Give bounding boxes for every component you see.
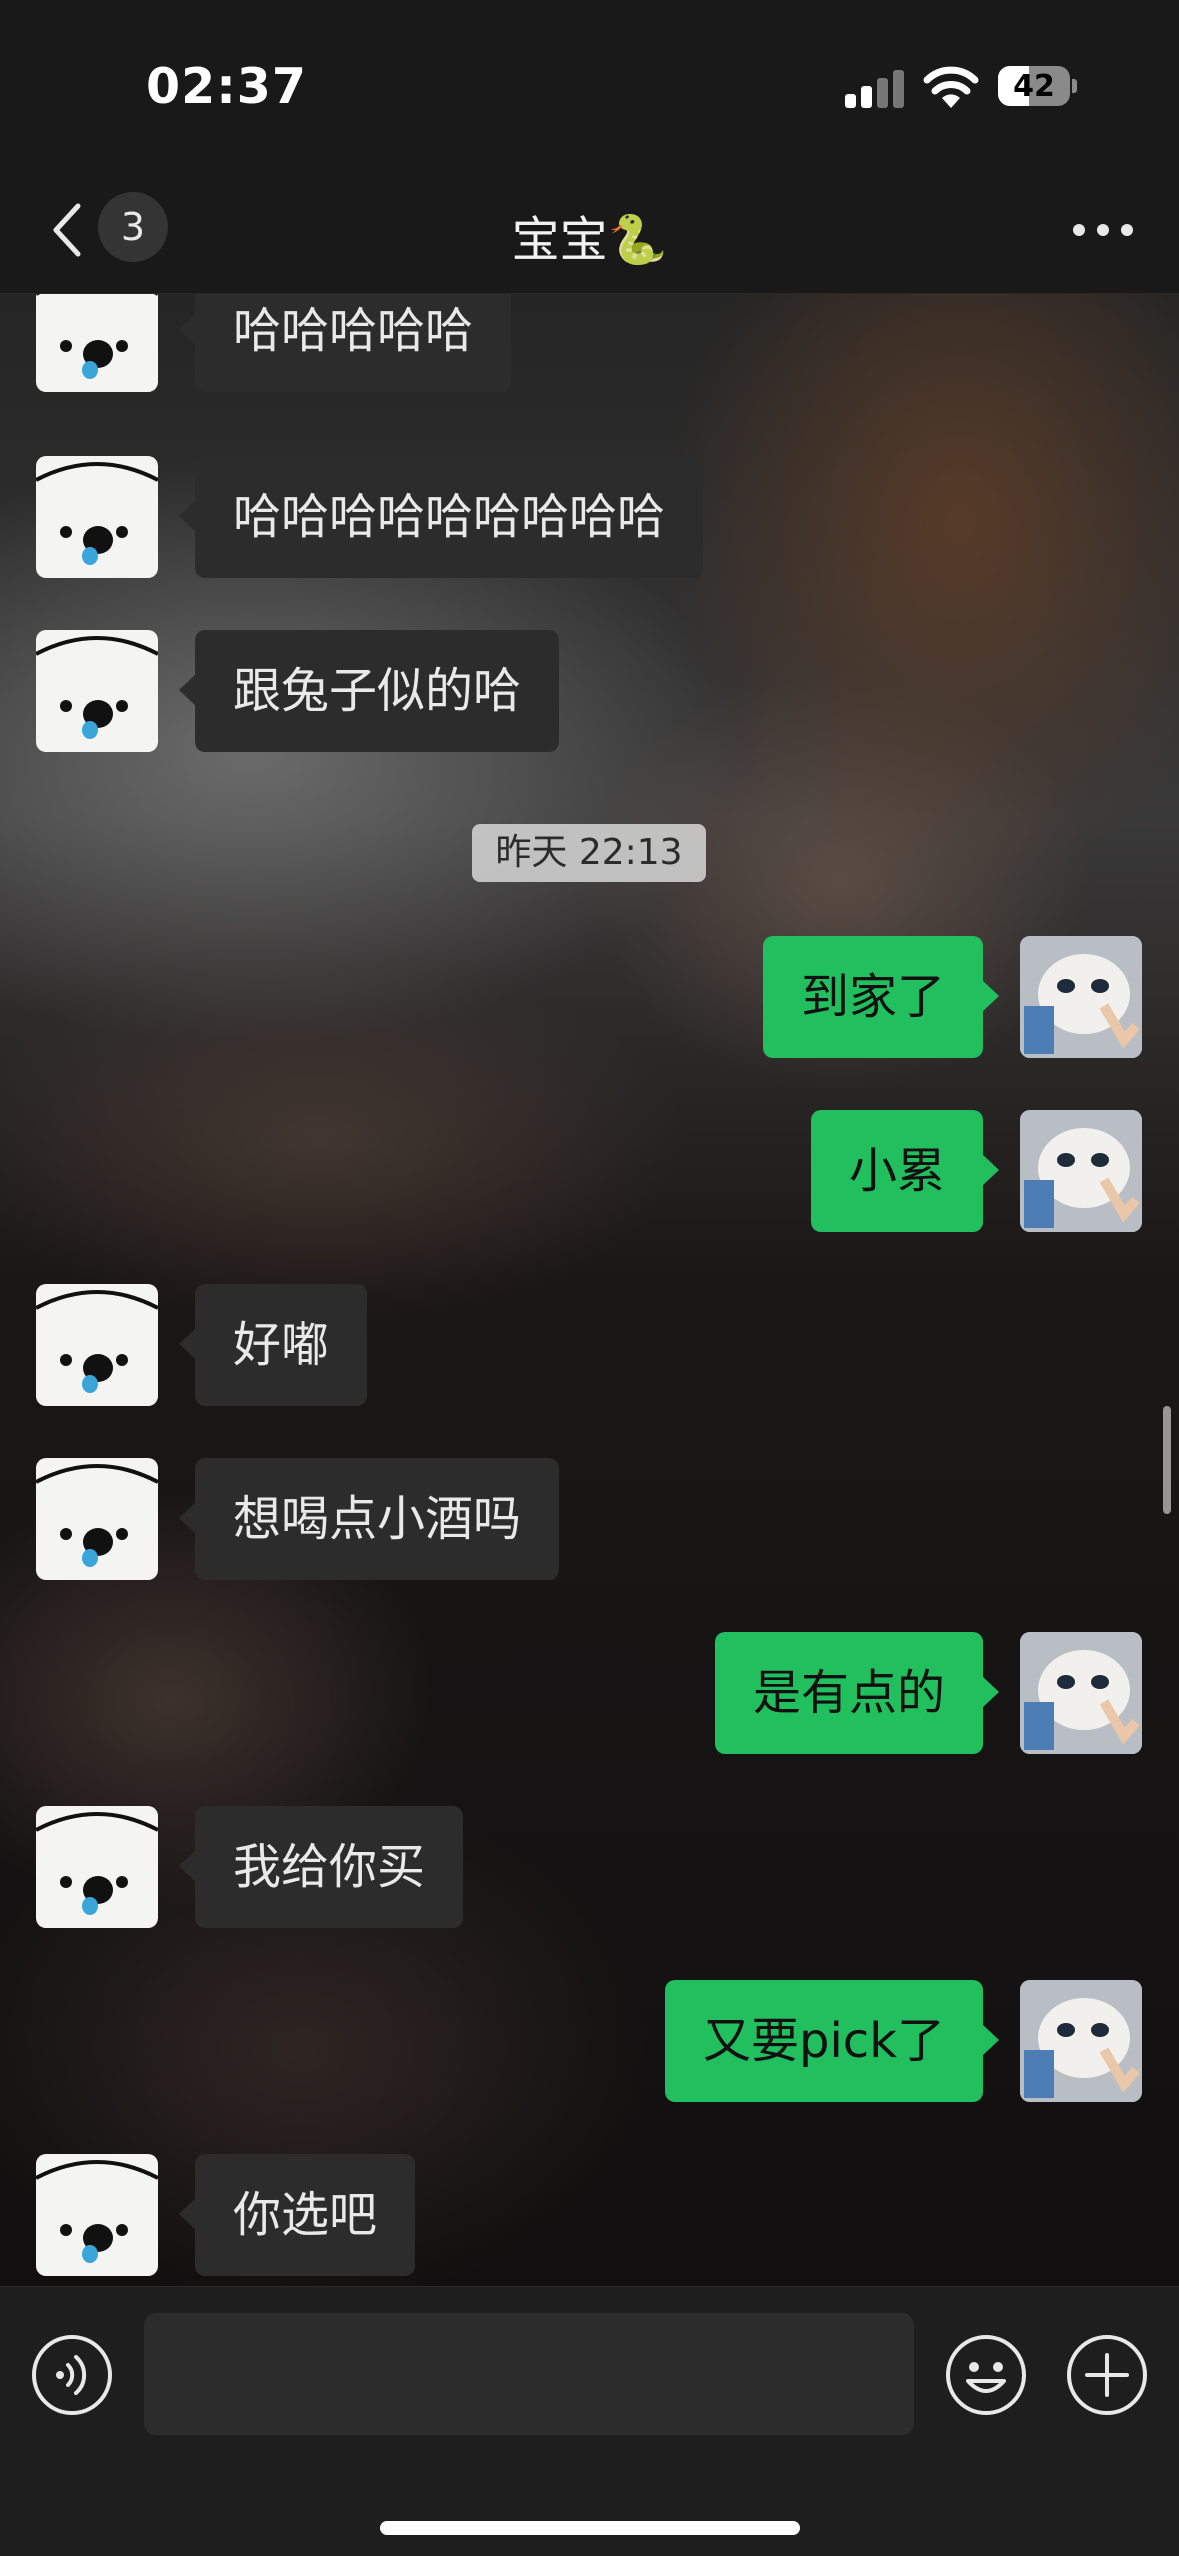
status-bar: 02:37 42 [0, 0, 1179, 170]
message-row: 又要pick了 [0, 1980, 1179, 2102]
contact-avatar[interactable] [36, 2154, 158, 2276]
chat-title: 宝宝🐍 [511, 212, 668, 268]
wifi-icon [922, 64, 980, 110]
contact-avatar[interactable] [36, 1284, 158, 1406]
status-time: 02:37 [146, 58, 307, 115]
cellular-signal-icon [845, 68, 905, 108]
message-bubble-received[interactable]: 跟兔子似的哈 [178, 630, 560, 752]
message-row: 到家了 [0, 936, 1179, 1058]
my-avatar[interactable] [1020, 1980, 1142, 2102]
message-bubble-sent[interactable]: 到家了 [762, 936, 1000, 1058]
message-row: 好嘟 [0, 1284, 1179, 1406]
message-bubble-sent[interactable]: 是有点的 [714, 1632, 1000, 1754]
message-row: 小累 [0, 1110, 1179, 1232]
my-avatar[interactable] [1020, 936, 1142, 1058]
message-row: 哈哈哈哈哈哈哈哈哈 [0, 456, 1179, 578]
message-bubble-received[interactable]: 好嘟 [178, 1284, 368, 1406]
contact-avatar[interactable] [36, 294, 158, 392]
contact-avatar[interactable] [36, 1458, 158, 1580]
my-avatar[interactable] [1020, 1110, 1142, 1232]
message-bubble-received[interactable]: 你选吧 [178, 2154, 416, 2276]
message-bubble-received[interactable]: 我给你买 [178, 1806, 464, 1928]
battery-icon: 42 [998, 66, 1077, 106]
voice-input-icon[interactable] [30, 2333, 114, 2417]
more-dots-icon[interactable] [1073, 222, 1133, 238]
message-bubble-received[interactable]: 想喝点小酒吗 [178, 1458, 560, 1580]
message-row: 你选吧 [0, 2154, 1179, 2276]
message-bubble-sent[interactable]: 小累 [810, 1110, 1000, 1232]
message-bubble-received[interactable]: 哈哈哈哈哈 [178, 294, 512, 392]
contact-avatar[interactable] [36, 1806, 158, 1928]
contact-avatar[interactable] [36, 456, 158, 578]
home-indicator[interactable] [380, 2521, 800, 2535]
message-input[interactable] [144, 2313, 914, 2435]
message-bubble-received[interactable]: 哈哈哈哈哈哈哈哈哈 [178, 456, 704, 578]
message-list[interactable]: 哈哈哈哈哈 哈哈哈哈哈哈哈哈哈 跟兔子似的哈 昨天 22:13 到家了 小累 好… [0, 294, 1179, 2286]
my-avatar[interactable] [1020, 1632, 1142, 1754]
add-icon[interactable] [1065, 2333, 1149, 2417]
emoji-icon[interactable] [944, 2333, 1028, 2417]
input-bar [0, 2286, 1179, 2556]
message-row: 跟兔子似的哈 [0, 630, 1179, 752]
chat-header: 3 宝宝🐍 [0, 170, 1179, 294]
contact-avatar[interactable] [36, 630, 158, 752]
message-row: 我给你买 [0, 1806, 1179, 1928]
message-row: 是有点的 [0, 1632, 1179, 1754]
message-timestamp: 昨天 22:13 [472, 824, 706, 882]
message-row: 哈哈哈哈哈 [0, 294, 1179, 392]
message-bubble-sent[interactable]: 又要pick了 [665, 1980, 999, 2102]
message-row: 想喝点小酒吗 [0, 1458, 1179, 1580]
battery-level: 42 [1013, 69, 1055, 104]
scrollbar[interactable] [1163, 1406, 1171, 1514]
